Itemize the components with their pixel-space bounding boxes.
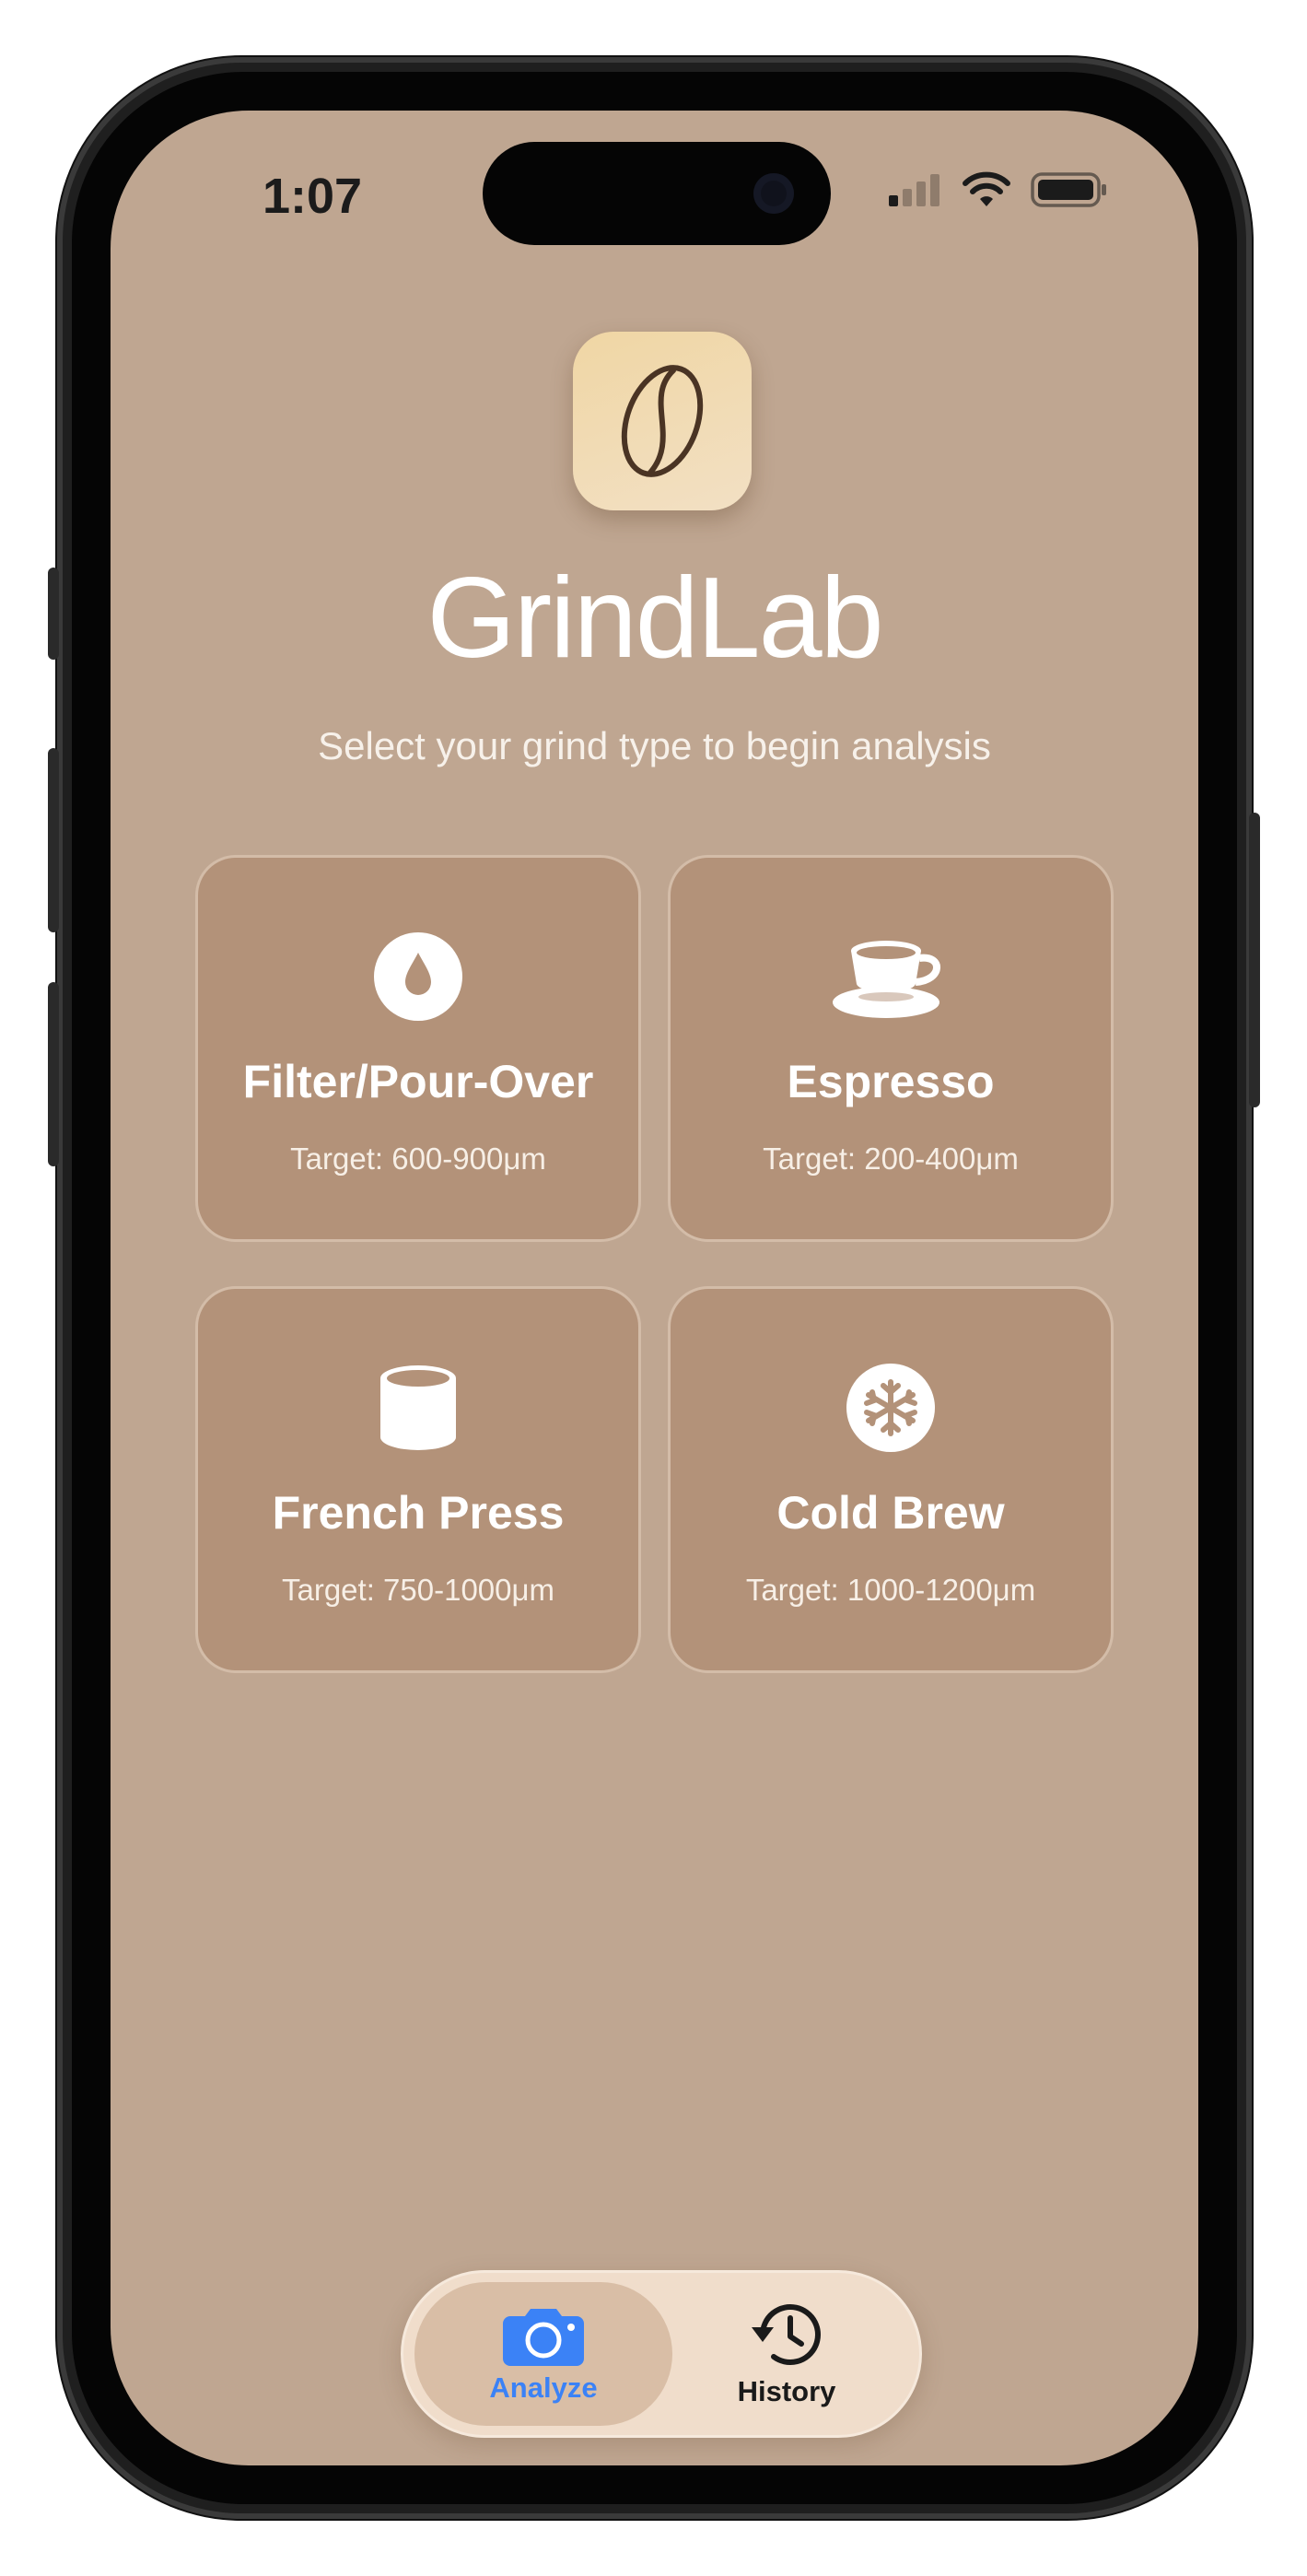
card-icon-wrap [831,926,951,1027]
camera-icon [503,2309,584,2366]
cylinder-icon [380,1365,456,1450]
battery-icon [1031,172,1106,207]
card-title: Espresso [787,1056,995,1107]
status-icons [887,171,1108,208]
card-title: Cold Brew [776,1487,1005,1539]
snowflake-icon [846,1364,935,1452]
card-title: Filter/Pour-Over [242,1056,594,1107]
tab-analyze[interactable]: Analyze [414,2282,672,2426]
card-icon-wrap [377,1357,460,1458]
grind-card-filter[interactable]: Filter/Pour-Over Target: 600-900μm [195,855,641,1242]
volume-down-button [48,982,59,1166]
cellular-signal-icon [889,174,939,206]
card-icon-wrap [372,926,464,1027]
card-target: Target: 200-400μm [763,1142,1019,1176]
tab-history[interactable]: History [658,2282,916,2426]
card-target: Target: 600-900μm [290,1142,546,1176]
coffee-cup-icon [833,941,940,1018]
power-button [1249,813,1260,1107]
card-target: Target: 1000-1200μm [745,1573,1036,1607]
app-title: GrindLab [426,555,883,682]
app-subtitle: Select your grind type to begin analysis [318,724,991,767]
history-clock-icon [752,2304,821,2365]
dynamic-island [483,142,831,245]
grind-card-espresso[interactable]: Espresso Target: 200-400μm [668,855,1114,1242]
tab-label: Analyze [489,2371,598,2404]
tab-label: History [737,2375,836,2407]
card-icon-wrap [845,1357,937,1458]
grind-card-cold-brew[interactable]: Cold Brew Target: 1000-1200μm [668,1286,1114,1673]
volume-up-button [48,748,59,932]
status-time: 1:07 [263,169,363,224]
front-camera [753,173,794,214]
card-target: Target: 750-1000μm [281,1573,555,1607]
app-logo [573,332,752,510]
card-title: French Press [272,1487,565,1539]
water-drop-icon [374,932,462,1021]
app-screen: 1:07 GrindLab Select your grind type to … [111,111,1198,2465]
coffee-bean-icon [621,365,704,477]
action-button [48,568,59,660]
grind-card-french-press[interactable]: French Press Target: 750-1000μm [195,1286,641,1673]
tab-bar: Analyze History [401,2270,922,2438]
wifi-icon [963,171,1010,206]
